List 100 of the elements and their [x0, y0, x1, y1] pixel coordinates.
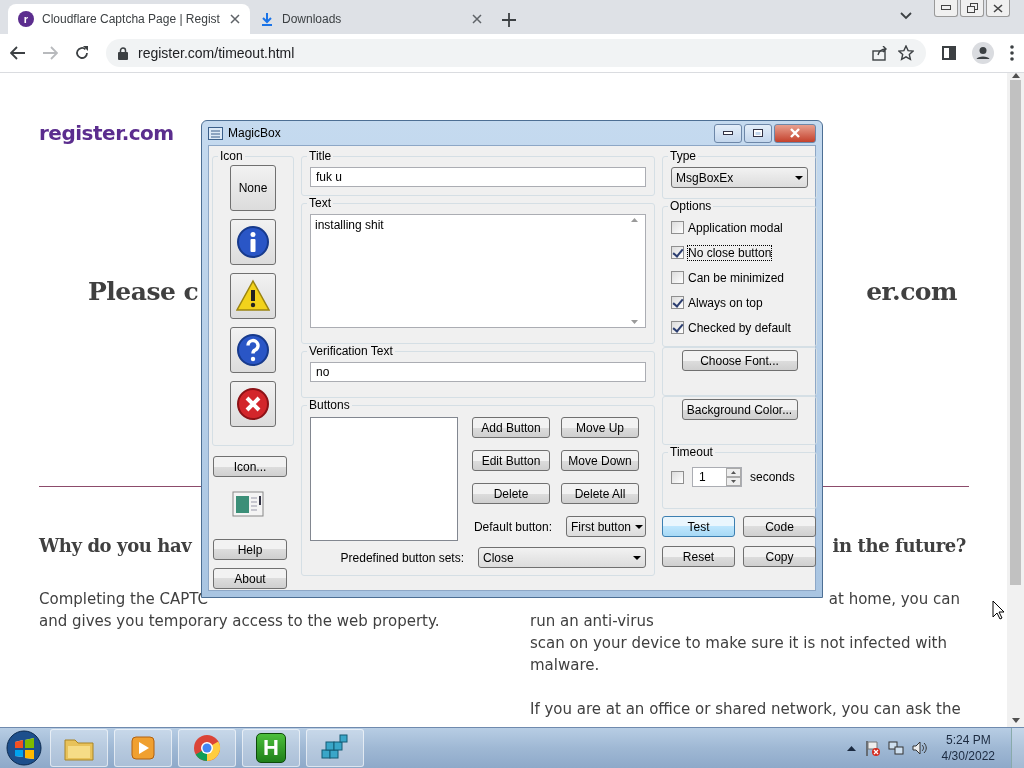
taskbar-button[interactable]: [178, 729, 236, 767]
clock-date[interactable]: 4/30/2022: [941, 748, 995, 764]
scrollbar-thumb[interactable]: [1010, 80, 1021, 585]
checkbox-label[interactable]: No close button: [688, 245, 772, 260]
show-hidden-icon[interactable]: [846, 745, 856, 751]
site-logo[interactable]: register.com: [39, 121, 174, 145]
help-button[interactable]: Help: [213, 539, 287, 560]
menu-icon[interactable]: [1010, 45, 1014, 61]
text-area[interactable]: installing shit: [310, 214, 646, 328]
unit-label: seconds: [750, 470, 795, 484]
title-input[interactable]: fuk u: [310, 167, 646, 187]
chevron-down-icon[interactable]: [900, 12, 912, 20]
checkbox-label[interactable]: Can be minimized: [688, 270, 785, 285]
checkbox-label[interactable]: Always on top: [688, 295, 763, 310]
group-label: Type: [669, 149, 697, 163]
side-panel-icon[interactable]: [942, 46, 956, 60]
share-icon[interactable]: [872, 45, 888, 61]
type-dropdown[interactable]: MsgBoxEx: [671, 167, 808, 188]
command-button[interactable]: Test: [662, 516, 735, 537]
close-icon: [789, 128, 801, 138]
play-icon: [130, 735, 156, 761]
button-list[interactable]: [310, 417, 458, 541]
default-button-dropdown[interactable]: First button: [566, 516, 646, 537]
minimize-button[interactable]: [714, 123, 742, 143]
flag-icon[interactable]: [863, 740, 880, 756]
choose-font-button[interactable]: Choose Font...: [681, 350, 798, 371]
clock-time[interactable]: 5:24 PM: [941, 732, 995, 748]
volume-icon[interactable]: [911, 740, 928, 756]
command-button[interactable]: Copy: [743, 546, 816, 567]
paragraph-line: Completing the CAPTC: [39, 589, 209, 610]
close-icon[interactable]: [472, 14, 482, 24]
action-button[interactable]: Move Up: [561, 417, 639, 438]
window-title: MagicBox: [228, 126, 282, 140]
reload-icon[interactable]: [74, 45, 90, 61]
section-heading: Why do you hav: [39, 535, 192, 556]
minimize-button[interactable]: [934, 0, 958, 17]
icon-option-button[interactable]: [230, 327, 276, 373]
icon-browse-button[interactable]: Icon...: [213, 456, 287, 477]
minimize-icon: [941, 5, 951, 11]
network-icon[interactable]: [887, 740, 904, 756]
browser-tab[interactable]: r Cloudflare Captcha Page | Regist: [8, 4, 250, 34]
minimize-icon: [723, 131, 733, 135]
checkbox[interactable]: [671, 321, 684, 334]
icon-option-button[interactable]: [230, 273, 276, 319]
start-button[interactable]: [4, 729, 44, 767]
group-label: Buttons: [308, 398, 351, 412]
tab-title: Cloudflare Captcha Page | Regist: [42, 12, 221, 26]
action-button[interactable]: Add Button: [472, 417, 550, 438]
checkbox[interactable]: [671, 296, 684, 309]
page-heading: er.com: [866, 277, 957, 306]
action-button[interactable]: Delete: [472, 483, 550, 504]
close-icon: [993, 3, 1003, 13]
icon-option-button[interactable]: [230, 219, 276, 265]
action-button[interactable]: Edit Button: [472, 450, 550, 471]
button-set-dropdown[interactable]: Close: [478, 547, 646, 568]
checkbox-label[interactable]: Application modal: [688, 220, 783, 235]
profile-icon[interactable]: [972, 42, 994, 64]
back-icon[interactable]: [10, 46, 26, 60]
browser-tab[interactable]: Downloads: [250, 4, 492, 34]
app-icon: H: [256, 733, 286, 763]
about-button[interactable]: About: [213, 568, 287, 589]
checkbox[interactable]: [671, 246, 684, 259]
close-button[interactable]: [986, 0, 1010, 17]
checkbox[interactable]: [671, 221, 684, 234]
close-icon[interactable]: [230, 14, 240, 24]
action-button[interactable]: Delete All: [561, 483, 639, 504]
command-button[interactable]: Code: [743, 516, 816, 537]
action-button[interactable]: Move Down: [561, 450, 639, 471]
maximize-button[interactable]: [744, 123, 772, 143]
checkbox[interactable]: [671, 271, 684, 284]
star-icon[interactable]: [898, 45, 914, 61]
background-color-button[interactable]: Background Color...: [681, 399, 798, 420]
group-label: Timeout: [669, 445, 714, 459]
section-heading: in the future?: [832, 535, 966, 556]
scroll-up-icon: [630, 218, 638, 222]
command-button[interactable]: Reset: [662, 546, 735, 567]
page-heading: Please c: [88, 277, 199, 306]
restore-button[interactable]: [960, 0, 984, 17]
taskbar-button[interactable]: [114, 729, 172, 767]
group-label: Verification Text: [308, 344, 394, 358]
lock-icon: [118, 46, 128, 60]
icon-option-button[interactable]: [230, 381, 276, 427]
timeout-spinner[interactable]: 1: [692, 467, 742, 487]
window-preview-icon: [232, 489, 264, 517]
group-label: Icon: [219, 149, 244, 163]
cursor-icon: [992, 600, 1005, 620]
download-icon: [260, 12, 274, 26]
new-tab-icon[interactable]: [502, 13, 516, 27]
icon-option-button[interactable]: None: [230, 165, 276, 211]
scroll-down-icon: [1011, 718, 1020, 723]
checkbox[interactable]: [671, 470, 684, 484]
address-bar[interactable]: register.com/timeout.html: [106, 39, 926, 67]
verification-input[interactable]: no: [310, 362, 646, 382]
close-button[interactable]: [774, 123, 816, 143]
checkbox-label[interactable]: Checked by default: [688, 320, 791, 335]
scrollbar[interactable]: [1007, 73, 1024, 727]
group-label: Title: [308, 149, 333, 163]
scroll-down-icon: [630, 320, 638, 324]
group-label: Text: [308, 196, 332, 210]
taskbar-button[interactable]: [306, 729, 364, 767]
